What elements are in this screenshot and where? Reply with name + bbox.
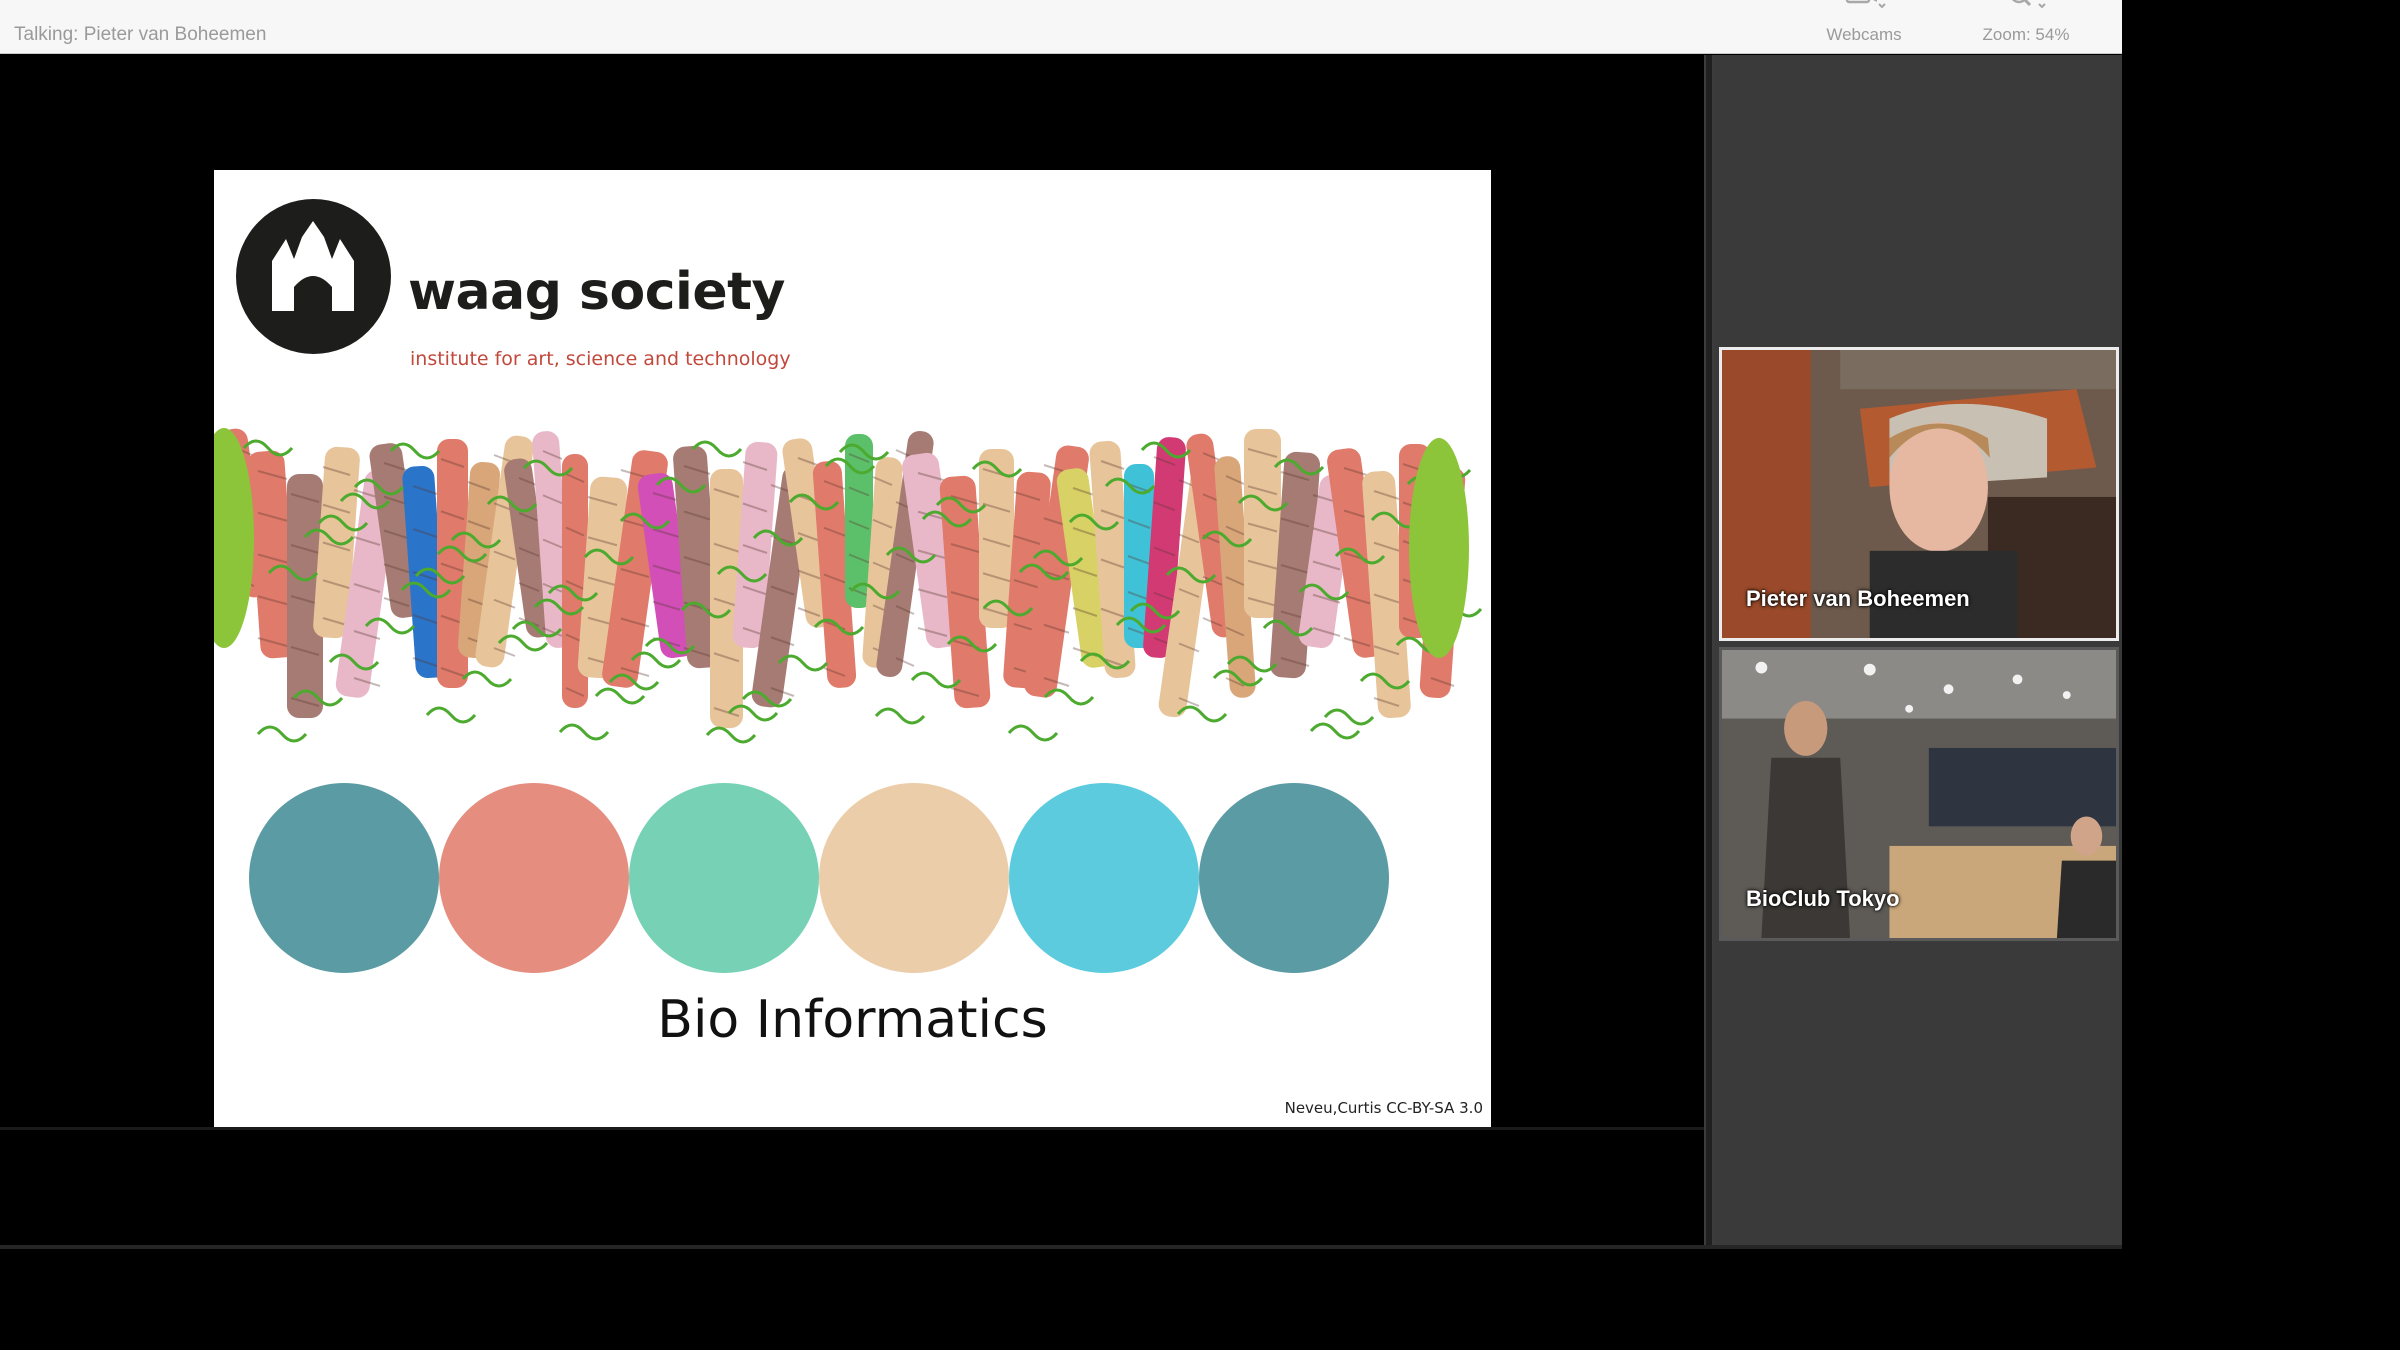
logo-name: waag society: [408, 262, 785, 322]
top-bar: Talking: Pieter van Boheemen Webcams Zoo…: [0, 0, 2122, 54]
webcam-sidebar: Pieter van Boheemen BioClub Tokyo: [1714, 55, 2122, 1245]
webcams-label: Webcams: [1826, 25, 1902, 44]
waag-building-icon: [236, 199, 391, 354]
camera-icon: [1841, 0, 1887, 17]
webcam-name: Pieter van Boheemen: [1746, 586, 1970, 611]
webcams-button[interactable]: Webcams: [1794, 0, 1934, 54]
webcam-name: BioClub Tokyo: [1746, 886, 1900, 911]
presentation-slide: waag society institute for art, science …: [214, 170, 1491, 1127]
magnifier-icon: [2003, 0, 2049, 17]
talking-indicator: Talking: Pieter van Boheemen: [14, 24, 267, 45]
stage-bottom-line: [0, 1127, 1704, 1130]
presentation-stage: waag society institute for art, science …: [0, 55, 1704, 1245]
webcam-tile[interactable]: BioClub Tokyo: [1719, 647, 2119, 941]
zoom-label: Zoom: 54%: [1982, 25, 2070, 44]
image-credit: Neveu,Curtis CC-BY-SA 3.0: [1284, 1099, 1483, 1117]
slide-title: Bio Informatics: [657, 990, 1048, 1050]
zoom-button[interactable]: Zoom: 54%: [1956, 0, 2096, 54]
panel-divider[interactable]: [1704, 55, 1714, 1245]
protein-structure-image: [214, 428, 1483, 973]
window-bottom-edge: [0, 1245, 2122, 1249]
webcam-tile[interactable]: Pieter van Boheemen: [1719, 347, 2119, 641]
